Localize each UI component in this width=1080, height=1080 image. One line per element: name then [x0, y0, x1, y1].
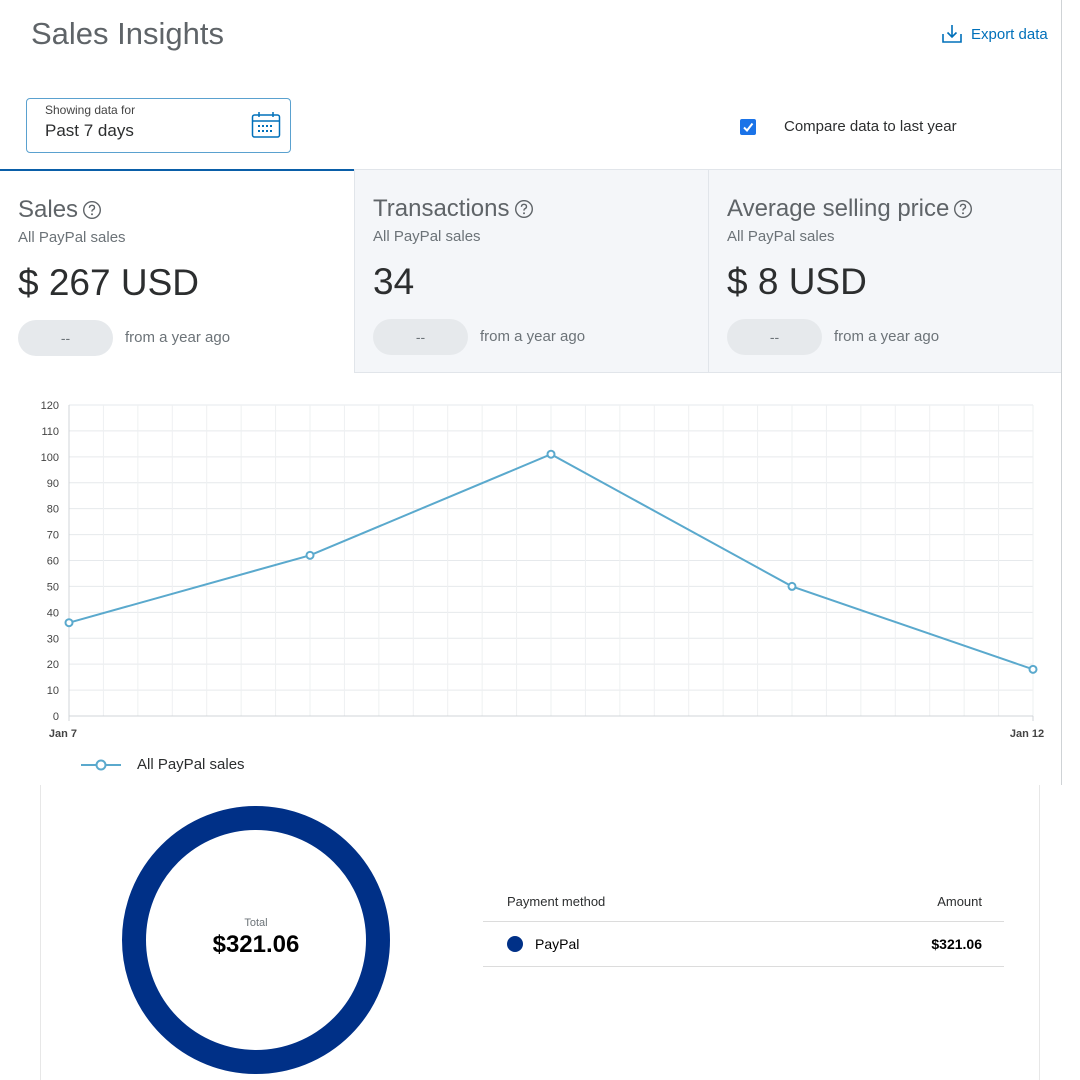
total-value: $321.06 — [212, 931, 300, 958]
total-label: Total — [244, 917, 268, 929]
y-tick-label: 120 — [41, 400, 59, 412]
payment-method-table: Payment method Amount PayPal $321.06 — [483, 881, 1004, 967]
legend-line-marker-icon — [81, 759, 121, 770]
panel-divider — [1061, 0, 1062, 785]
card-subtitle: All PayPal sales — [18, 229, 126, 246]
y-tick-label: 110 — [41, 426, 59, 438]
column-header-amount: Amount — [937, 893, 982, 909]
table-row[interactable]: PayPal $321.06 — [483, 922, 1004, 967]
y-tick-label: 30 — [47, 633, 59, 645]
help-icon[interactable] — [514, 199, 534, 219]
x-tick-label: Jan 12 — [1010, 728, 1044, 740]
metric-cards: Sales All PayPal sales $ 267 USD -- from… — [0, 169, 1062, 373]
export-data-button[interactable]: Export data — [941, 24, 1048, 44]
checkmark-icon — [743, 122, 754, 132]
card-title: Average selling price — [727, 195, 950, 222]
y-tick-label: 90 — [47, 478, 59, 490]
data-point — [546, 449, 556, 459]
y-tick-label: 10 — [47, 685, 59, 697]
change-note: from a year ago — [125, 329, 231, 346]
payment-method-cell: PayPal — [483, 936, 579, 952]
change-note: from a year ago — [480, 328, 586, 345]
column-header-method: Payment method — [507, 893, 606, 909]
card-title-row: Average selling price — [727, 195, 973, 223]
date-range-caption: Showing data for — [45, 103, 136, 117]
export-data-label: Export data — [971, 25, 1048, 43]
legend-label: All PayPal sales — [137, 756, 245, 773]
change-pill: -- — [373, 319, 468, 355]
payment-method-name: PayPal — [535, 936, 580, 952]
card-value: $ 267 USD — [18, 262, 199, 303]
metric-card-average-selling-price[interactable]: Average selling price All PayPal sales $… — [708, 169, 1062, 373]
card-subtitle: All PayPal sales — [727, 228, 835, 245]
payment-breakdown-panel: Total $321.06 Payment method Amount PayP… — [40, 785, 1040, 1080]
data-point — [305, 550, 315, 560]
change-note: from a year ago — [834, 328, 940, 345]
sales-insights-panel: Sales Insights Export data Showing data … — [0, 0, 1062, 373]
y-tick-label: 20 — [47, 659, 59, 671]
x-tick-label: Jan 7 — [49, 728, 77, 740]
compare-label: Compare data to last year — [784, 118, 957, 135]
sales-line-chart: 0 10 20 30 40 50 60 70 80 90 100 110 120 Jan 7 Jan 12 — [41, 400, 1044, 740]
change-pill: -- — [727, 319, 822, 355]
card-title: Transactions — [373, 195, 510, 222]
data-point — [1028, 664, 1038, 674]
table-header: Payment method Amount — [483, 881, 1004, 922]
y-tick-label: 50 — [47, 581, 59, 593]
date-range-value: Past 7 days — [45, 121, 134, 140]
card-value: 34 — [373, 261, 415, 302]
data-point — [64, 618, 74, 628]
metric-card-transactions[interactable]: Transactions All PayPal sales 34 -- from… — [354, 169, 708, 373]
calendar-icon — [251, 112, 281, 138]
card-title-row: Transactions — [373, 195, 534, 223]
change-pill: -- — [18, 320, 113, 356]
card-title-row: Sales — [18, 196, 102, 224]
date-range-selector[interactable]: Showing data for Past 7 days — [26, 98, 291, 153]
compare-checkbox[interactable] — [740, 118, 756, 135]
card-subtitle: All PayPal sales — [373, 228, 481, 245]
metric-card-sales[interactable]: Sales All PayPal sales $ 267 USD -- from… — [0, 169, 354, 373]
card-title: Sales — [18, 196, 79, 223]
chart-legend[interactable]: All PayPal sales — [80, 756, 245, 773]
y-tick-label: 40 — [47, 607, 59, 619]
payment-amount: $321.06 — [931, 936, 982, 952]
help-icon[interactable] — [953, 199, 973, 219]
y-tick-label: 60 — [47, 556, 59, 568]
payment-color-dot — [507, 936, 523, 952]
y-tick-label: 0 — [53, 711, 59, 723]
card-value: $ 8 USD — [727, 261, 867, 302]
data-point — [787, 581, 797, 591]
y-tick-label: 80 — [47, 504, 59, 516]
help-icon[interactable] — [82, 200, 102, 220]
y-tick-label: 100 — [41, 452, 59, 464]
compare-toggle: Compare data to last year — [740, 118, 957, 135]
y-tick-label: 70 — [47, 530, 59, 542]
download-icon — [942, 25, 962, 43]
page-title: Sales Insights — [31, 16, 224, 51]
